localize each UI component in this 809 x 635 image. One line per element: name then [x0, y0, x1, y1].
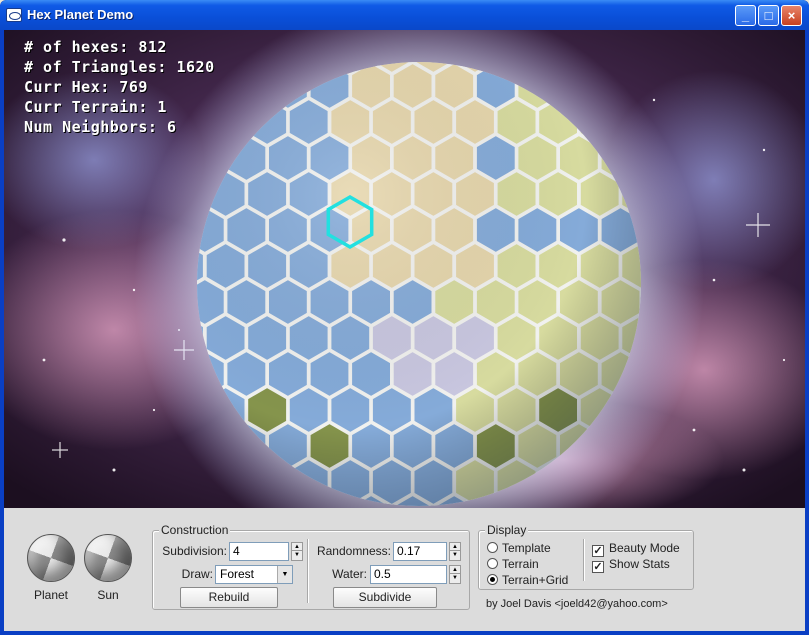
spin-down-icon[interactable]: ▼ — [450, 574, 460, 582]
stat-hex-count: # of hexes: 812 — [24, 38, 167, 56]
randomness-label: Randomness: — [316, 544, 391, 558]
control-panel: Planet Sun Construction Subdivision: 4 ▲… — [4, 508, 805, 631]
sun-trackball[interactable]: Sun — [78, 534, 138, 602]
display-group: Display Template Terrain Terrain+Grid ✓ B… — [478, 523, 694, 590]
chevron-down-icon[interactable]: ▼ — [277, 566, 292, 583]
randomness-field[interactable]: 0.17 — [393, 542, 447, 561]
subdivision-label: Subdivision: — [162, 544, 227, 558]
draw-label: Draw: — [181, 567, 213, 581]
stat-current-terrain: Curr Terrain: 1 — [24, 98, 167, 116]
stat-current-hex: Curr Hex: 769 — [24, 78, 148, 96]
water-field[interactable]: 0.5 — [370, 565, 447, 584]
minimize-button[interactable]: _ — [735, 5, 756, 26]
spin-down-icon[interactable]: ▼ — [450, 551, 460, 559]
subdivision-spinner[interactable]: ▲ ▼ — [291, 542, 303, 561]
stat-num-neighbors: Num Neighbors: 6 — [24, 118, 177, 136]
spin-up-icon[interactable]: ▲ — [450, 566, 460, 574]
subdivide-button[interactable]: Subdivide — [333, 587, 437, 608]
radio-terrain-dot[interactable] — [487, 558, 498, 569]
show-stats-checkbox[interactable]: ✓ Show Stats — [592, 557, 670, 573]
stats-overlay: # of hexes: 812 # of Triangles: 1620 Cur… — [24, 37, 215, 137]
checkmark-icon[interactable]: ✓ — [592, 561, 604, 573]
author-credit: by Joel Davis <joeld42@yahoo.com> — [486, 598, 668, 610]
spin-up-icon[interactable]: ▲ — [292, 543, 302, 551]
spin-up-icon[interactable]: ▲ — [450, 543, 460, 551]
construction-separator — [307, 539, 309, 603]
planet-trackball-label: Planet — [33, 588, 69, 602]
construction-group: Construction Subdivision: 4 ▲ ▼ Draw: For… — [152, 523, 470, 610]
randomness-spinner[interactable]: ▲ ▼ — [449, 542, 461, 561]
radio-template-label: Template — [502, 541, 551, 555]
title-bar[interactable]: Hex Planet Demo _ □ × — [0, 0, 809, 30]
show-stats-label: Show Stats — [609, 557, 670, 571]
draw-select-value: Forest — [220, 567, 255, 581]
maximize-button[interactable]: □ — [758, 5, 779, 26]
trackball-sphere-icon[interactable] — [27, 534, 75, 582]
radio-terrain-grid-dot[interactable] — [487, 574, 498, 585]
checkmark-icon[interactable]: ✓ — [592, 545, 604, 557]
radio-terrain[interactable]: Terrain — [487, 557, 539, 571]
beauty-mode-label: Beauty Mode — [609, 541, 680, 555]
draw-select[interactable]: Forest ▼ — [215, 565, 293, 584]
sun-trackball-label: Sun — [97, 588, 119, 602]
app-window-icon — [6, 8, 22, 22]
radio-terrain-grid[interactable]: Terrain+Grid — [487, 573, 568, 587]
stat-triangle-count: # of Triangles: 1620 — [24, 58, 215, 76]
window-title: Hex Planet Demo — [27, 7, 134, 22]
beauty-mode-checkbox[interactable]: ✓ Beauty Mode — [592, 541, 680, 557]
water-label: Water: — [332, 567, 367, 581]
spin-down-icon[interactable]: ▼ — [292, 551, 302, 559]
subdivision-field[interactable]: 4 — [229, 542, 289, 561]
trackball-sphere-icon[interactable] — [84, 534, 132, 582]
rebuild-button[interactable]: Rebuild — [180, 587, 278, 608]
display-legend: Display — [485, 523, 529, 537]
close-button[interactable]: × — [781, 5, 802, 26]
radio-template[interactable]: Template — [487, 541, 551, 555]
radio-template-dot[interactable] — [487, 542, 498, 553]
radio-terrain-label: Terrain — [502, 557, 539, 571]
app-window: Hex Planet Demo _ □ × # of hexes: 812 # … — [0, 0, 809, 635]
construction-legend: Construction — [159, 523, 231, 537]
planet-viewport[interactable]: # of hexes: 812 # of Triangles: 1620 Cur… — [4, 30, 805, 508]
water-spinner[interactable]: ▲ ▼ — [449, 565, 461, 584]
radio-terrain-grid-label: Terrain+Grid — [502, 573, 569, 587]
display-separator — [583, 539, 585, 581]
planet-trackball[interactable]: Planet — [21, 534, 81, 602]
